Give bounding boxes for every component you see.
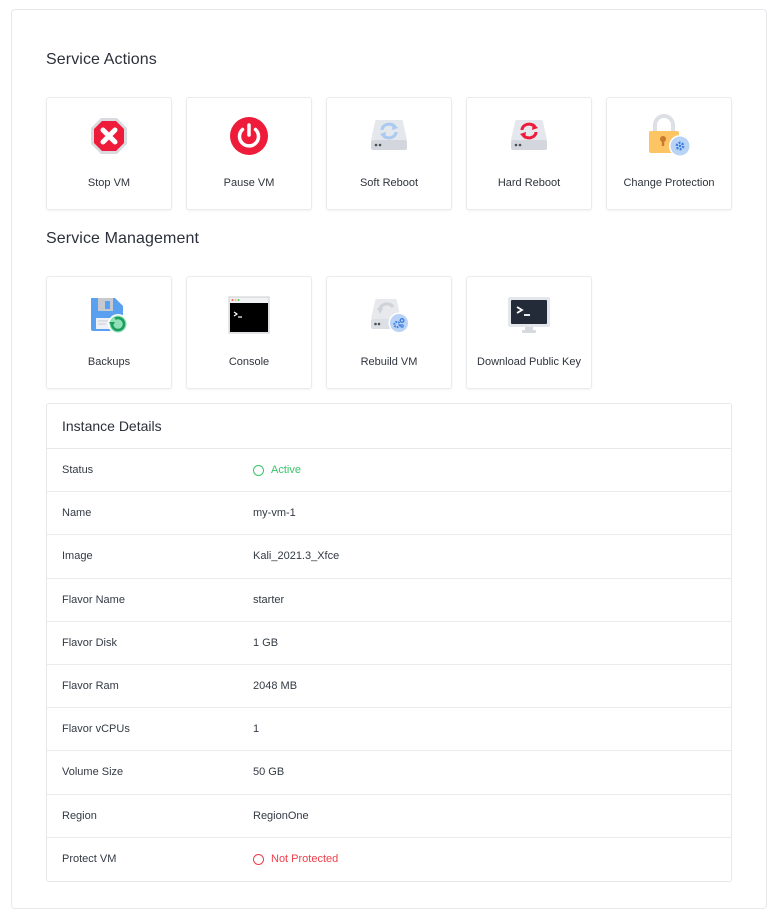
power-icon — [226, 114, 272, 158]
detail-key: Name — [62, 507, 92, 520]
stop-octagon-icon — [86, 114, 132, 158]
status-badge: Active — [253, 464, 301, 476]
tile-label: Rebuild VM — [360, 356, 418, 368]
detail-value: 50 GB — [253, 766, 285, 779]
tile-label: Pause VM — [223, 177, 275, 189]
tile-label: Soft Reboot — [359, 177, 419, 189]
service-management-grid: Backups Console Rebuild VM Download Publ… — [46, 276, 592, 389]
detail-value: 1 — [253, 723, 260, 736]
detail-value: Kali_2021.3_Xfce — [253, 550, 340, 563]
floppy-restore-icon — [86, 293, 132, 337]
detail-row-flavor-ram: Flavor Ram 2048 MB — [47, 665, 731, 709]
detail-row-protect-vm: Protect VM Not Protected — [47, 838, 731, 881]
change-protection-button[interactable]: Change Protection — [606, 97, 732, 210]
detail-row-flavor-disk: Flavor Disk 1 GB — [47, 622, 731, 665]
tile-label: Backups — [87, 356, 131, 368]
detail-key: Protect VM — [62, 853, 117, 866]
tile-label: Download Public Key — [477, 356, 581, 368]
detail-key: Status — [62, 464, 94, 477]
detail-value: my-vm-1 — [253, 507, 296, 520]
console-button[interactable]: Console — [186, 276, 312, 389]
monitor-terminal-icon — [506, 293, 552, 337]
status-circle-icon — [253, 853, 264, 865]
detail-key: Flavor Disk — [62, 636, 118, 649]
protection-badge: Not Protected — [253, 853, 338, 865]
detail-value: starter — [253, 593, 285, 606]
detail-value: 2048 MB — [253, 680, 298, 693]
tile-label: Console — [228, 356, 270, 368]
service-actions-title: Service Actions — [46, 51, 157, 68]
hard-reboot-drive-icon — [506, 114, 552, 158]
detail-key: Flavor Ram — [62, 680, 119, 693]
instance-details-title: Instance Details — [47, 404, 731, 449]
detail-key: Region — [62, 809, 97, 822]
detail-value: Active — [271, 464, 301, 477]
detail-row-region: Region RegionOne — [47, 795, 731, 838]
stop-vm-button[interactable]: Stop VM — [46, 97, 172, 210]
rebuild-vm-button[interactable]: Rebuild VM — [326, 276, 452, 389]
detail-key: Volume Size — [62, 766, 124, 779]
soft-reboot-button[interactable]: Soft Reboot — [326, 97, 452, 210]
detail-value: Not Protected — [271, 853, 339, 866]
service-actions-grid: Stop VM Pause VM Soft Reboot Hard Reboot… — [46, 97, 732, 210]
detail-row-name: Name my-vm-1 — [47, 492, 731, 536]
detail-value: 1 GB — [253, 636, 279, 649]
download-public-key-button[interactable]: Download Public Key — [466, 276, 592, 389]
soft-reboot-drive-icon — [366, 114, 412, 158]
detail-key: Flavor vCPUs — [62, 723, 130, 736]
tile-label: Change Protection — [623, 177, 715, 189]
hard-reboot-button[interactable]: Hard Reboot — [466, 97, 592, 210]
lock-settings-icon — [646, 114, 692, 158]
instance-details-card: Instance Details Status Active Name my-v… — [46, 403, 732, 882]
detail-key: Image — [62, 550, 93, 563]
detail-row-image: Image Kali_2021.3_Xfce — [47, 535, 731, 579]
status-circle-icon — [253, 464, 264, 476]
pause-vm-button[interactable]: Pause VM — [186, 97, 312, 210]
terminal-window-icon — [226, 293, 272, 337]
drive-rebuild-icon — [366, 293, 412, 337]
backups-button[interactable]: Backups — [46, 276, 172, 389]
service-management-title: Service Management — [46, 230, 199, 247]
detail-key: Flavor Name — [62, 593, 125, 606]
tile-label: Hard Reboot — [497, 177, 561, 189]
detail-row-status: Status Active — [47, 449, 731, 493]
detail-row-flavor-name: Flavor Name starter — [47, 579, 731, 622]
detail-row-volume-size: Volume Size 50 GB — [47, 751, 731, 795]
detail-row-flavor-vcpus: Flavor vCPUs 1 — [47, 708, 731, 752]
tile-label: Stop VM — [87, 177, 131, 189]
detail-value: RegionOne — [253, 809, 309, 822]
